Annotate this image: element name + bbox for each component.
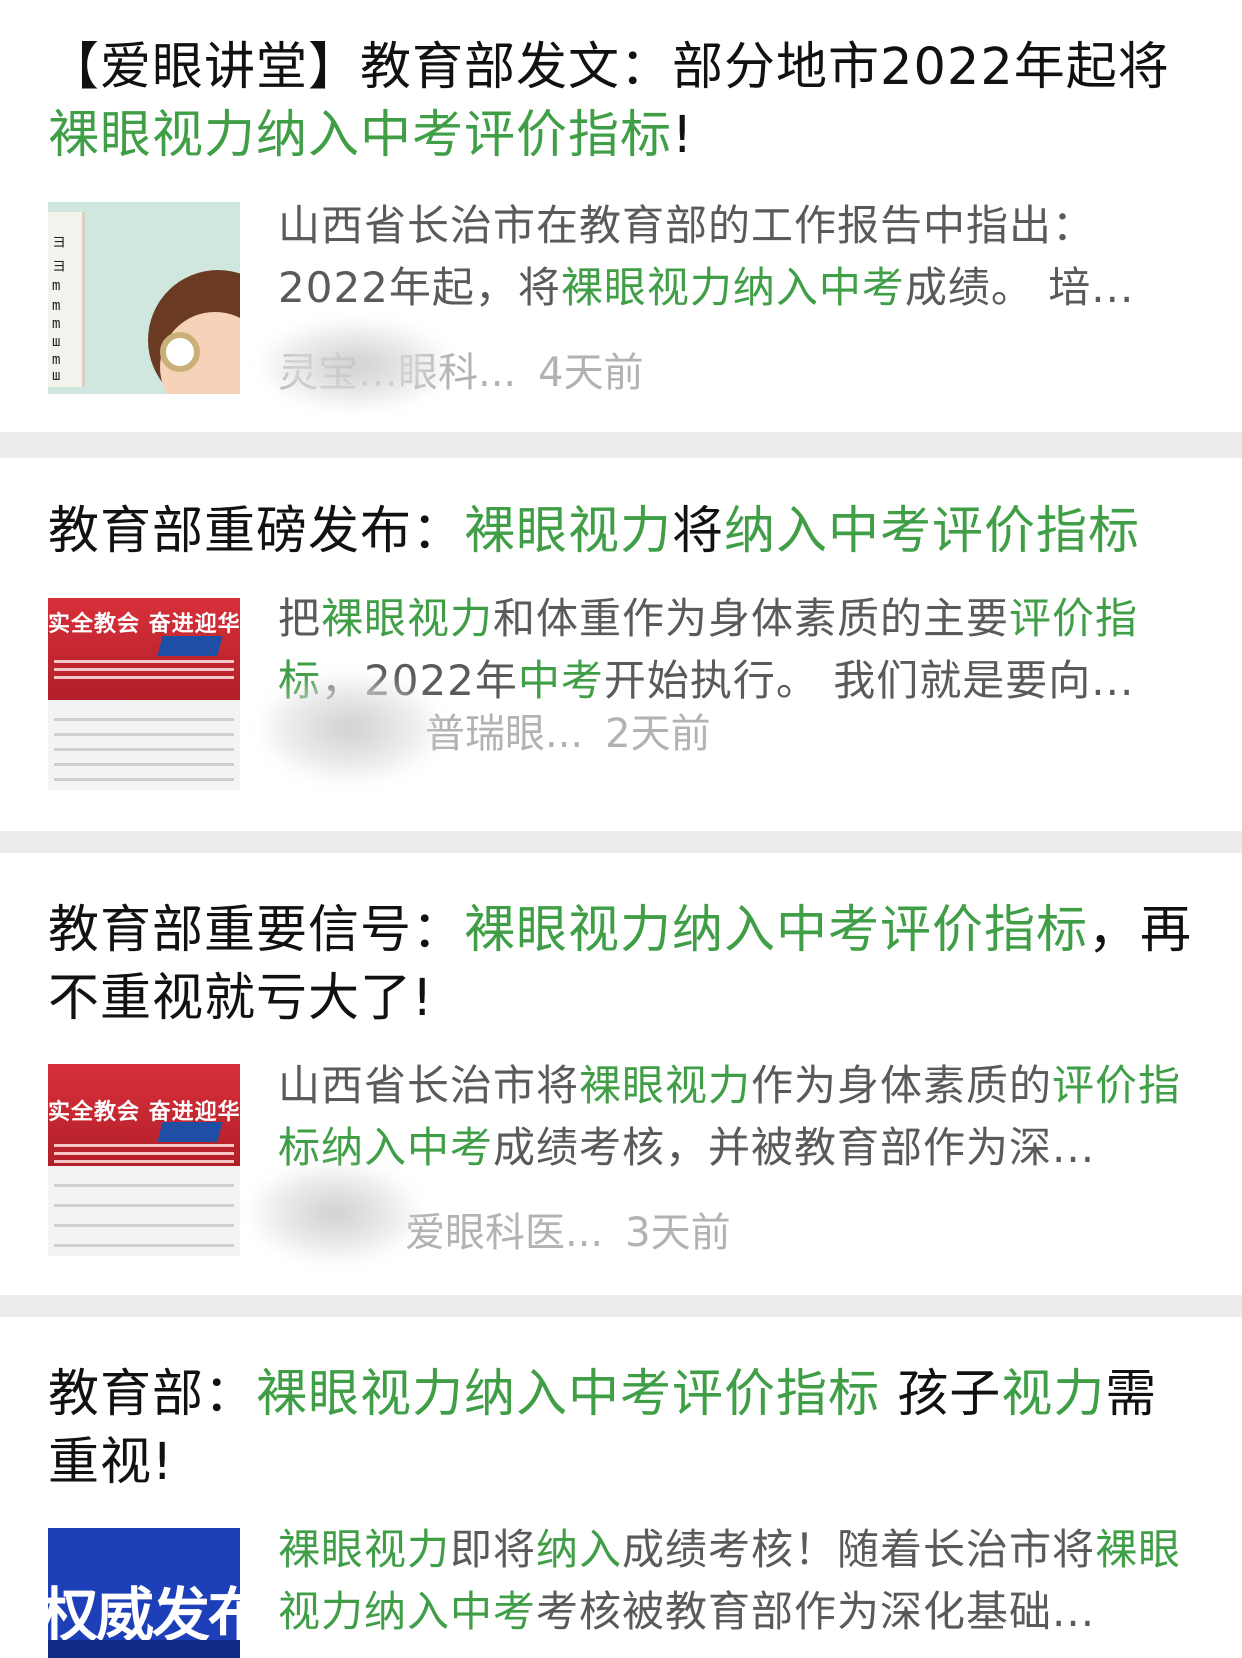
highlighted-keyword: 裸眼视力纳入中考评价指标 — [464, 901, 1089, 960]
redaction-blur — [250, 1163, 420, 1263]
highlighted-keyword: 视力 — [1001, 1365, 1106, 1424]
banner-lines — [54, 1144, 234, 1147]
article-card[interactable]: 【爱眼讲堂】教育部发文：部分地市2022年起将裸眼视力纳入中考评价指标! ヨヨm… — [0, 0, 1242, 432]
highlighted-keyword: 裸眼视力 — [278, 1525, 451, 1574]
text-segment: 作为身体素质的 — [751, 1061, 1053, 1110]
text-segment: ! — [672, 106, 694, 165]
banner-logo — [157, 636, 223, 656]
text-line — [54, 1184, 234, 1187]
highlighted-keyword: 裸眼视力纳入中考评价指标 — [256, 1365, 881, 1424]
article-title[interactable]: 【爱眼讲堂】教育部发文：部分地市2022年起将裸眼视力纳入中考评价指标! — [48, 34, 1202, 170]
highlighted-keyword: 中考 — [517, 656, 604, 705]
highlighted-keyword: 纳入中考评价指标 — [724, 502, 1141, 561]
redaction-blur — [260, 673, 440, 783]
eye-chart-icon: ヨヨm mmш mш — [48, 212, 85, 387]
highlighted-keyword: 裸眼视力纳入中考评价指标 — [48, 106, 673, 165]
text-segment: 山西省长治市将 — [278, 1061, 580, 1110]
article-title[interactable]: 教育部重磅发布：裸眼视力将纳入中考评价指标 — [48, 498, 1202, 566]
publish-time: 4天前 — [538, 350, 644, 396]
text-line — [54, 733, 234, 736]
text-segment: 成绩考核，并被教育部作为深... — [493, 1123, 1096, 1172]
text-segment: 【爱眼讲堂】教育部发文：部分地市2022年起将 — [48, 38, 1170, 97]
redaction-blur — [260, 320, 450, 410]
text-segment: 教育部： — [48, 1365, 257, 1424]
publish-time: 2天前 — [605, 711, 711, 757]
text-segment: 孩子 — [880, 1365, 1002, 1424]
divider — [0, 432, 1242, 458]
text-line — [54, 718, 234, 721]
article-title[interactable]: 教育部重要信号：裸眼视力纳入中考评价指标，再不重视就亏大了! — [48, 897, 1202, 1033]
source-name[interactable]: 普瑞眼... — [425, 701, 583, 759]
highlighted-keyword: 裸眼视力 — [321, 594, 494, 643]
text-line — [54, 748, 234, 751]
article-snippet: 山西省长治市将裸眼视力作为身体素质的评价指标纳入中考成绩考核，并被教育部作为深.… — [278, 1055, 1202, 1179]
text-segment: 考核被教育部作为深化基础... — [536, 1587, 1096, 1636]
text-segment: 成绩。 培... — [904, 263, 1135, 312]
eye-occluder-icon — [160, 332, 200, 372]
article-thumbnail: 实全教会 奋进迎华 — [48, 1064, 240, 1256]
news-banner-image: 实全教会 奋进迎华 — [48, 1064, 240, 1166]
banner-text: 实全教会 奋进迎华 — [48, 611, 240, 637]
text-segment: 教育部重磅发布： — [48, 502, 465, 561]
text-segment: 即将 — [450, 1525, 537, 1574]
article-card[interactable]: 教育部重要信号：裸眼视力纳入中考评价指标，再不重视就亏大了! 实全教会 奋进迎华… — [0, 853, 1242, 1295]
text-line — [54, 778, 234, 781]
text-line — [54, 763, 234, 766]
divider — [0, 1295, 1242, 1317]
article-snippet: 裸眼视力即将纳入成绩考核！随着长治市将裸眼视力纳入中考考核被教育部作为深化基础.… — [278, 1519, 1202, 1643]
text-line — [54, 1244, 234, 1247]
highlighted-keyword: 纳入 — [536, 1525, 623, 1574]
article-thumbnail: ヨヨm mmш mш — [48, 202, 240, 394]
article-snippet: 山西省长治市在教育部的工作报告中指出：2022年起，将裸眼视力纳入中考成绩。 培… — [278, 195, 1202, 319]
text-segment: 将 — [672, 502, 725, 561]
banner-strip — [48, 1640, 240, 1658]
article-meta: 普瑞眼... 2天前 — [425, 701, 711, 759]
banner-logo — [157, 1122, 223, 1142]
text-segment: 开始执行。 我们就是要向... — [603, 656, 1135, 705]
article-card[interactable]: 教育部重磅发布：裸眼视力将纳入中考评价指标 实全教会 奋进迎华 把裸眼视力和体重… — [0, 458, 1242, 831]
article-title[interactable]: 教育部：裸眼视力纳入中考评价指标 孩子视力需重视! — [48, 1361, 1202, 1497]
banner-lines — [54, 660, 234, 663]
source-name[interactable]: 爱眼科医... — [405, 1200, 603, 1258]
article-meta: 爱眼科医... 3天前 — [405, 1200, 731, 1258]
article-thumbnail: 权威发布 — [48, 1528, 240, 1658]
text-segment: 和体重作为身体素质的主要 — [493, 594, 1010, 643]
highlighted-keyword: 裸眼视力 — [464, 502, 673, 561]
publish-time: 3天前 — [625, 1210, 731, 1256]
text-line — [54, 1224, 234, 1227]
news-banner-image: 实全教会 奋进迎华 — [48, 598, 240, 700]
text-segment: 成绩考核！随着长治市将 — [622, 1525, 1096, 1574]
highlighted-keyword: 裸眼视力 — [579, 1061, 752, 1110]
text-segment: 把 — [278, 594, 322, 643]
highlighted-keyword: 裸眼视力纳入中考 — [560, 263, 905, 312]
article-thumbnail: 实全教会 奋进迎华 — [48, 598, 240, 790]
text-segment: 教育部重要信号： — [48, 901, 465, 960]
divider — [0, 831, 1242, 853]
text-line — [54, 1204, 234, 1207]
article-card[interactable]: 教育部：裸眼视力纳入中考评价指标 孩子视力需重视! 权威发布 裸眼视力即将纳入成… — [0, 1317, 1242, 1658]
